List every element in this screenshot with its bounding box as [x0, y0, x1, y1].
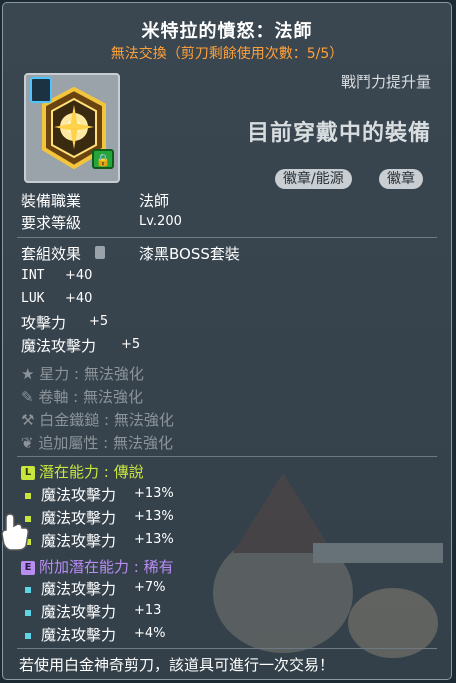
- epic-badge-icon: E: [21, 560, 35, 575]
- bonus-potential-grade: 稀有: [143, 558, 174, 576]
- level-value: Lv.200: [139, 214, 182, 229]
- bonus-line-value: +7%: [134, 580, 166, 595]
- bonus-line-value: +4%: [134, 626, 166, 641]
- trade-hint: 若使用白金神奇剪刀，該道具可進行一次交易！: [19, 656, 335, 674]
- bonus-line-name: 魔法攻擊力: [41, 580, 117, 598]
- job-value: 法師: [139, 192, 170, 210]
- divider: [17, 456, 437, 457]
- bullet-icon: [25, 493, 31, 499]
- upgrade-scroll-name: 卷軸: [38, 388, 69, 406]
- potential-grade: 傳說: [113, 463, 144, 481]
- power-increase-label: 戰鬥力提升量: [340, 73, 431, 91]
- star-icon: ★: [21, 365, 35, 383]
- stat-luk-value: +40: [65, 291, 93, 306]
- background-character-art: [213, 473, 443, 658]
- stat-matt-name: 魔法攻擊力: [21, 337, 97, 355]
- potential-line-value: +13%: [134, 509, 174, 524]
- upgrade-scroll-value: 無法強化: [82, 388, 143, 406]
- stat-matt-value: +5: [121, 337, 141, 352]
- upgrade-flame-row: ❦ 追加屬性 : 無法強化: [21, 434, 173, 452]
- potential-line-value: +13%: [134, 532, 174, 547]
- potential-line-name: 魔法攻擊力: [41, 532, 117, 550]
- item-trade-status: 無法交換（剪刀剩餘使用次數：5/5）: [110, 46, 344, 62]
- subcategory-tag: 徽章: [379, 169, 423, 189]
- stat-att-value: +5: [89, 314, 109, 329]
- upgrade-hammer-row: ⚒ 白金鐵鎚 : 無法強化: [21, 411, 174, 429]
- item-title: 米特拉的憤怒：法師: [141, 21, 313, 42]
- upgrade-scroll-row: ✎ 卷軸 : 無法強化: [21, 388, 143, 406]
- id-card-icon: [30, 77, 52, 103]
- bonus-potential-label: 附加潛在能力: [39, 558, 130, 576]
- potential-label: 潛在能力: [39, 463, 100, 481]
- equipped-label: 目前穿戴中的裝備: [246, 121, 431, 146]
- potential-line-name: 魔法攻擊力: [41, 509, 117, 527]
- bonus-line-value: +13: [134, 603, 162, 618]
- bonus-line-name: 魔法攻擊力: [41, 603, 117, 621]
- upgrade-flame-name: 追加屬性: [38, 434, 99, 452]
- bonus-potential-header: E 附加潛在能力 : 稀有: [21, 556, 174, 577]
- bonus-line-name: 魔法攻擊力: [41, 626, 117, 644]
- stat-int-name: INT: [21, 268, 45, 283]
- bullet-icon: [25, 587, 31, 593]
- hammer-icon: ⚒: [21, 411, 35, 429]
- divider: [17, 648, 437, 649]
- bullet-icon: [25, 610, 31, 616]
- set-effect-value: 漆黑BOSS套裝: [139, 245, 240, 263]
- upgrade-star-value: 無法強化: [83, 365, 144, 383]
- hand-cursor-icon: [1, 513, 29, 551]
- divider: [17, 237, 437, 238]
- scroll-icon: ✎: [21, 388, 34, 406]
- lock-icon: 🔒: [92, 149, 114, 169]
- job-label: 裝備職業: [21, 192, 82, 210]
- stat-int-value: +40: [65, 268, 93, 283]
- potential-line-value: +13%: [134, 486, 174, 501]
- legendary-badge-icon: L: [21, 465, 35, 480]
- bullet-icon: [25, 633, 31, 639]
- stat-luk-name: LUK: [21, 291, 45, 306]
- item-icon-frame: 🔒: [24, 73, 120, 183]
- category-tag: 徽章/能源: [275, 169, 352, 189]
- potential-header: L 潛在能力 : 傳說: [21, 461, 144, 482]
- set-effect-label: 套組效果: [21, 245, 82, 263]
- upgrade-star-row: ★ 星力 : 無法強化: [21, 365, 144, 383]
- leaf-icon: ❦: [21, 434, 34, 452]
- job-row: 裝備職業: [21, 190, 81, 211]
- upgrade-star-name: 星力: [39, 365, 70, 383]
- upgrade-flame-value: 無法強化: [112, 434, 173, 452]
- stat-att-name: 攻擊力: [21, 314, 67, 332]
- set-lock-icon: [95, 246, 105, 259]
- level-label: 要求等級: [21, 214, 82, 232]
- upgrade-hammer-value: 無法強化: [113, 411, 174, 429]
- potential-line-name: 魔法攻擊力: [41, 486, 117, 504]
- upgrade-hammer-name: 白金鐵鎚: [39, 411, 100, 429]
- item-tooltip: 米特拉的憤怒：法師 無法交換（剪刀剩餘使用次數：5/5） 🔒 戰鬥力提升量 目前…: [2, 2, 452, 680]
